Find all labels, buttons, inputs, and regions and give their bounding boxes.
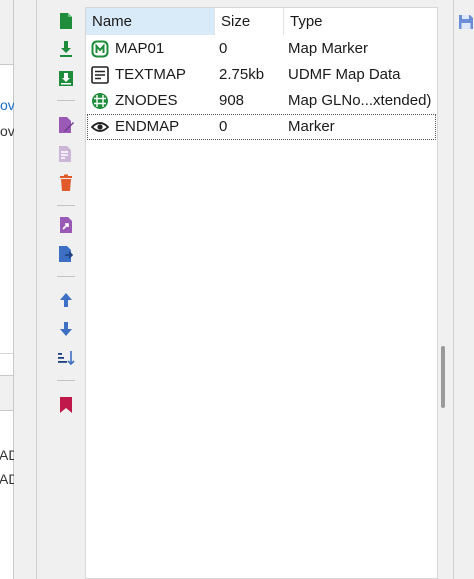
- map-marker-icon: [91, 40, 109, 58]
- new-file-icon: [60, 13, 72, 29]
- delete-button[interactable]: [57, 174, 75, 192]
- sort-icon: [58, 351, 75, 366]
- row-type: Marker: [288, 118, 335, 135]
- export-icon: [60, 217, 72, 233]
- splitter[interactable]: [36, 0, 37, 579]
- bookmark-button[interactable]: [57, 396, 75, 414]
- entry-list[interactable]: Name Size Type MAP01 0 Map Marker TEXTMA…: [85, 7, 438, 579]
- import-icon: [60, 41, 72, 57]
- row-name: ZNODES: [115, 92, 178, 109]
- left-link-1[interactable]: ov: [0, 97, 14, 113]
- row-name: MAP01: [115, 40, 165, 57]
- left-text-box: AD AD: [0, 410, 14, 579]
- left-text-2: AD: [0, 471, 14, 487]
- list-row-focused[interactable]: ENDMAP 0 Marker: [87, 114, 436, 140]
- save-icon[interactable]: [458, 14, 474, 30]
- list-row[interactable]: ZNODES 908 Map GLNo...xtended): [87, 88, 436, 114]
- vertical-scrollbar[interactable]: [441, 346, 445, 408]
- row-name: ENDMAP: [115, 118, 180, 135]
- nodes-icon: [92, 93, 108, 109]
- toolbar-separator: [57, 276, 75, 277]
- delete-icon: [60, 174, 72, 191]
- toolbar-separator: [57, 205, 75, 206]
- row-size: 2.75kb: [219, 66, 265, 83]
- row-type: UDMF Map Data: [288, 66, 401, 83]
- rename-disabled-icon: [59, 146, 71, 162]
- rename-button[interactable]: [57, 116, 75, 134]
- arrow-down-icon: [60, 322, 72, 336]
- column-header-name[interactable]: Name: [86, 8, 215, 35]
- left-text-1: AD: [0, 447, 14, 463]
- arrow-up-icon: [60, 293, 72, 307]
- row-type: Map GLNo...xtended): [288, 92, 432, 109]
- import-files-button[interactable]: [57, 69, 75, 87]
- left-panel: ov ov AD AD: [0, 0, 14, 579]
- left-divider: [0, 353, 13, 354]
- toolbar-separator: [57, 100, 75, 101]
- toolbar-separator: [57, 380, 75, 381]
- move-down-button[interactable]: [57, 320, 75, 338]
- bookmark-icon: [60, 397, 72, 413]
- sort-button[interactable]: [57, 349, 75, 367]
- row-size: 908: [219, 92, 245, 109]
- new-entry-button[interactable]: [57, 12, 75, 30]
- row-size: 0: [219, 118, 228, 135]
- move-up-button[interactable]: [57, 291, 75, 309]
- rename-icon: [59, 117, 74, 133]
- marker-eye-icon: [91, 122, 109, 132]
- row-name: TEXTMAP: [115, 66, 186, 83]
- column-header-type[interactable]: Type: [284, 8, 437, 35]
- export-as-icon: [59, 246, 74, 262]
- left-list-box: ov ov: [0, 64, 14, 376]
- import-files-icon: [59, 71, 73, 86]
- rename-disabled-button[interactable]: [57, 145, 75, 163]
- list-row[interactable]: TEXTMAP 2.75kb UDMF Map Data: [87, 62, 436, 88]
- import-button[interactable]: [57, 40, 75, 58]
- list-header: Name Size Type: [86, 8, 437, 35]
- left-link-2[interactable]: ov: [0, 123, 14, 139]
- text-data-icon: [91, 66, 109, 84]
- export-as-button[interactable]: [57, 245, 75, 263]
- column-header-size[interactable]: Size: [215, 8, 284, 35]
- right-panel: [453, 0, 474, 579]
- export-button[interactable]: [57, 216, 75, 234]
- row-size: 0: [219, 40, 228, 57]
- entry-toolbar: [48, 0, 84, 579]
- list-row[interactable]: MAP01 0 Map Marker: [87, 36, 436, 62]
- row-type: Map Marker: [288, 40, 369, 57]
